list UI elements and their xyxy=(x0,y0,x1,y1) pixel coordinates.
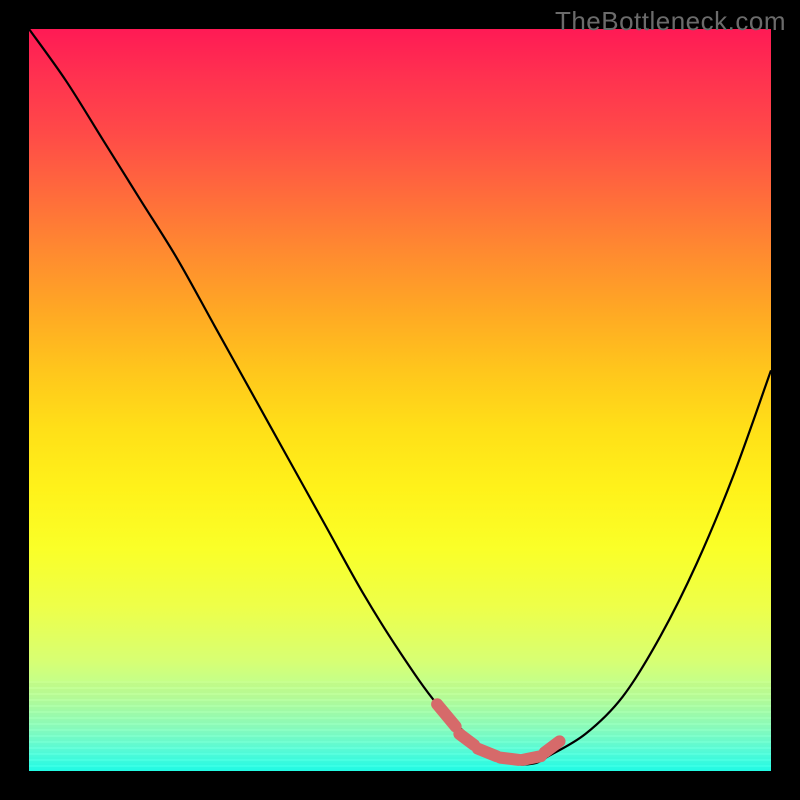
marker-segment xyxy=(522,756,541,760)
watermark-text: TheBottleneck.com xyxy=(555,6,786,37)
chart-frame: TheBottleneck.com xyxy=(0,0,800,800)
marker-segment xyxy=(500,758,519,760)
marker-segment xyxy=(545,741,560,752)
marker-segment xyxy=(459,734,474,745)
marker-layer xyxy=(29,29,771,771)
marker-segment xyxy=(478,749,497,756)
marker-segment xyxy=(437,704,456,726)
optimal-range-marker xyxy=(437,704,559,760)
plot-area xyxy=(29,29,771,771)
